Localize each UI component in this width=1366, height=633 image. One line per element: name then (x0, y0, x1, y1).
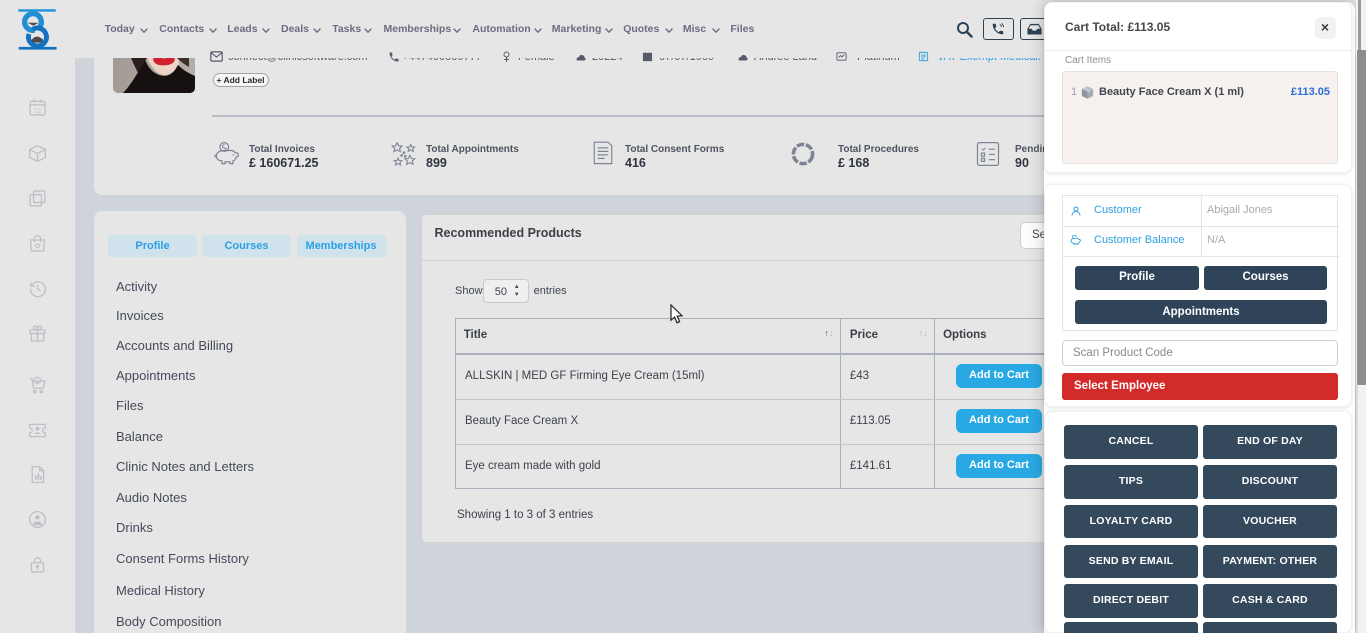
svg-text:12: 12 (34, 107, 42, 114)
